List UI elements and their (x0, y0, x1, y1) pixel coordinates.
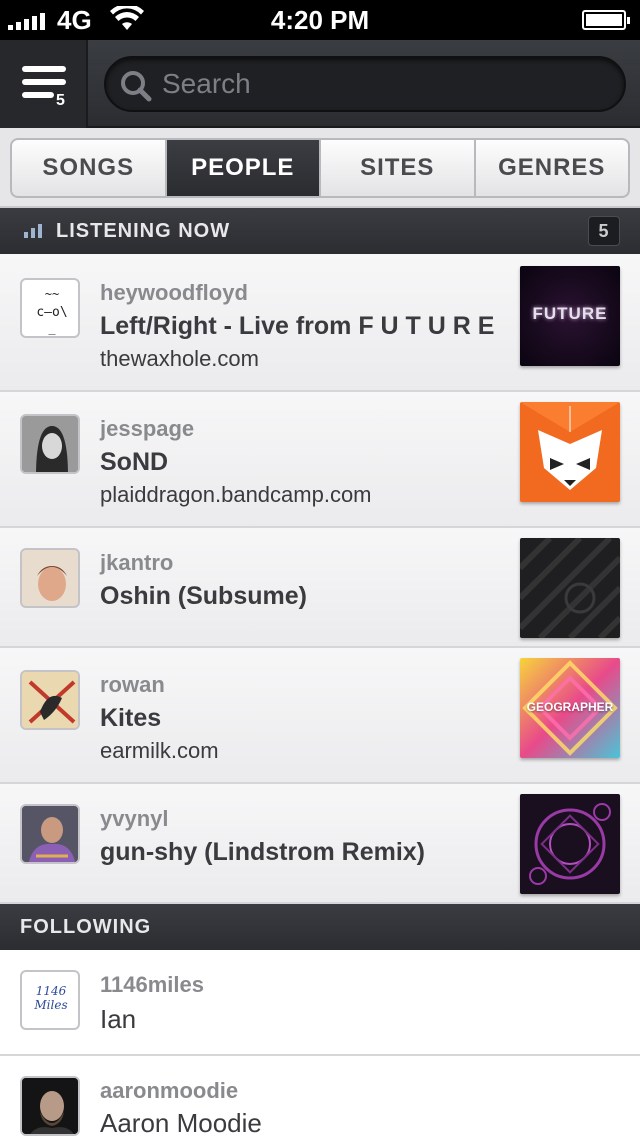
header: 5 (0, 40, 640, 128)
section-title: FOLLOWING (20, 916, 152, 938)
menu-count-badge: 5 (56, 92, 65, 109)
source-site[interactable]: earmilk.com (100, 738, 219, 764)
track-title: SoND (100, 448, 169, 476)
username[interactable]: aaronmoodie (100, 1078, 238, 1104)
battery-icon (582, 10, 630, 30)
svg-text:_: _ (48, 321, 56, 335)
username[interactable]: heywoodfloyd (100, 280, 248, 306)
username[interactable]: jesspage (100, 416, 194, 442)
avatar (20, 548, 80, 608)
search-input[interactable] (162, 66, 602, 102)
list-item[interactable]: jesspage SoND plaiddragon.bandcamp.com (0, 392, 640, 528)
svg-text:c—o\: c—o\ (36, 305, 67, 320)
listening-count-badge: 5 (588, 216, 620, 246)
full-name: Aaron Moodie (100, 1108, 262, 1136)
avatar-text: 1146 Miles (34, 984, 68, 1012)
listening-now-header: LISTENING NOW 5 (0, 208, 640, 254)
track-title: Oshin (Subsume) (100, 582, 307, 610)
album-art-title: GEOGRAPHER (526, 700, 614, 714)
track-title: gun-shy (Lindstrom Remix) (100, 838, 426, 866)
app: 4G 4:20 PM 5 SONGS PEOPLE SITES GENRES (0, 0, 640, 1136)
full-name: Ian (100, 1004, 137, 1034)
tab-sites[interactable]: SITES (321, 140, 476, 196)
clock: 4:20 PM (270, 5, 370, 35)
username[interactable]: 1146miles (100, 972, 204, 998)
list-item[interactable]: 1146 Miles 1146miles Ian (0, 950, 640, 1056)
equalizer-icon (24, 224, 42, 238)
search-bar[interactable] (104, 56, 626, 112)
album-art[interactable]: GEOGRAPHER (520, 658, 620, 758)
source-site[interactable]: thewaxhole.com (100, 346, 259, 372)
source-site[interactable]: plaiddragon.bandcamp.com (100, 482, 372, 508)
avatar (20, 804, 80, 864)
menu-button[interactable]: 5 (0, 40, 88, 128)
username[interactable]: rowan (100, 672, 165, 698)
album-art-title: FUTURE (532, 304, 608, 323)
avatar (20, 1076, 80, 1136)
tab-genres[interactable]: GENRES (476, 140, 629, 196)
list-item[interactable]: aaronmoodie Aaron Moodie (0, 1056, 640, 1136)
svg-text:~~: ~~ (45, 287, 59, 301)
username[interactable]: jkantro (100, 550, 173, 576)
list-item[interactable]: rowan Kites earmilk.com GEOGRAPHER (0, 648, 640, 784)
list-item[interactable]: jkantro Oshin (Subsume) (0, 528, 640, 648)
track-title: Left/Right - Live from F U T U R E (100, 312, 495, 340)
list-item[interactable]: ~~ c—o\ _ heywoodfloyd Left/Right - Live… (0, 254, 640, 392)
track-title: Kites (100, 704, 162, 732)
tab-bar: SONGS PEOPLE SITES GENRES (0, 128, 640, 208)
section-title: LISTENING NOW (56, 220, 231, 242)
tab-songs[interactable]: SONGS (12, 140, 167, 196)
album-art[interactable] (520, 402, 620, 502)
search-icon (121, 71, 152, 102)
album-art[interactable] (520, 794, 620, 894)
status-bar: 4G 4:20 PM (0, 0, 640, 40)
list-item[interactable]: yvynyl gun-shy (Lindstrom Remix) (0, 784, 640, 904)
avatar: 1146 Miles (20, 970, 80, 1030)
avatar (20, 670, 80, 730)
avatar: ~~ c—o\ _ (20, 278, 80, 338)
following-header: FOLLOWING (0, 904, 640, 950)
username[interactable]: yvynyl (100, 806, 169, 832)
avatar (20, 414, 80, 474)
album-art[interactable] (520, 538, 620, 638)
tab-people[interactable]: PEOPLE (166, 140, 321, 196)
album-art[interactable]: FUTURE (520, 266, 620, 366)
